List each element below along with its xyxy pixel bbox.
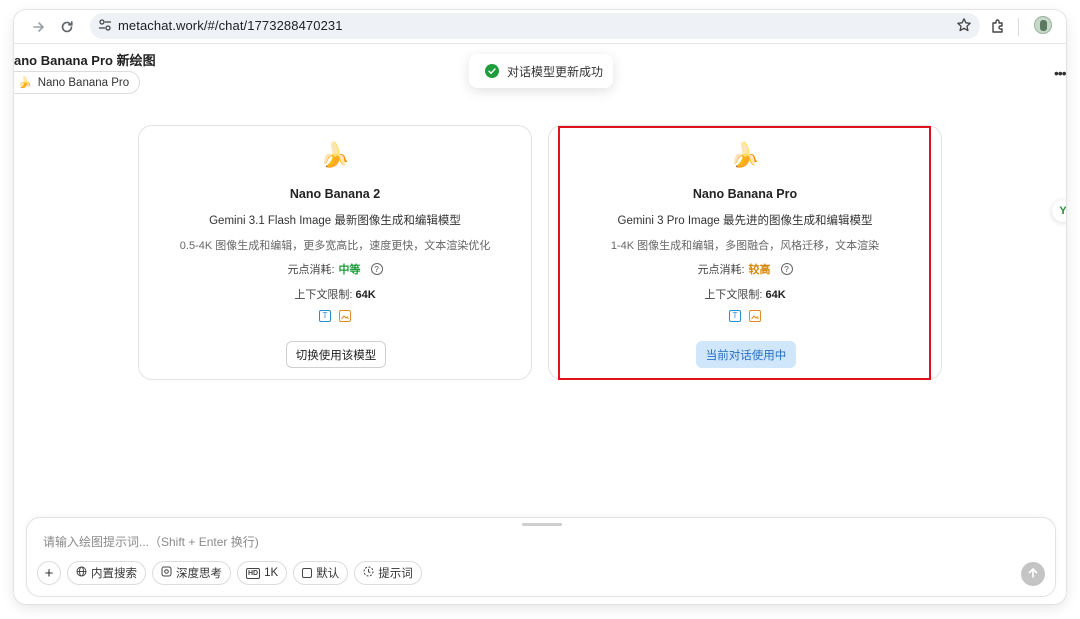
arrow-up-icon	[1027, 567, 1039, 582]
composer-toolbar: + 内置搜索 深度思考 HD 1K 默认 提示词	[37, 561, 422, 585]
model-name: Nano Banana Pro	[692, 187, 798, 201]
profile-avatar[interactable]	[1034, 16, 1052, 34]
deep-think-label: 深度思考	[176, 568, 222, 580]
current-model-button[interactable]: 当前对话使用中	[696, 341, 796, 368]
forward-icon[interactable]	[30, 18, 48, 36]
square-icon	[302, 568, 313, 578]
model-name: Nano Banana 2	[289, 187, 381, 201]
switch-model-button[interactable]: 切换使用该模型	[286, 341, 386, 368]
capability-icons: T	[139, 310, 531, 322]
cost-value: 较高	[748, 264, 771, 276]
aspect-ratio-value: 默认	[316, 568, 340, 580]
toast-message: 对话模型更新成功	[507, 64, 604, 79]
model-card-nano-banana-pro: 🍌 Nano Banana Pro Gemini 3 Pro Image 最先进…	[548, 125, 942, 380]
model-features: 0.5-4K 图像生成和编辑，更多宽高比，速度更快，文本渲染优化	[179, 240, 491, 252]
plus-icon: +	[44, 564, 54, 582]
cost-label: 元点消耗:	[287, 264, 335, 276]
help-icon[interactable]: ?	[780, 263, 793, 275]
context-label: 上下文限制:	[704, 289, 763, 301]
model-context: 上下文限制: 64K	[549, 286, 941, 302]
add-attachment-button[interactable]: +	[37, 561, 61, 585]
model-cost: 元点消耗: 较高 ?	[549, 261, 941, 277]
text-capability-icon: T	[729, 310, 741, 322]
capability-icons: T	[549, 310, 941, 322]
reload-icon[interactable]	[58, 18, 76, 36]
more-options-icon[interactable]: •••	[1054, 65, 1066, 81]
extensions-icon[interactable]	[990, 17, 1008, 40]
toolbar-divider	[1018, 18, 1019, 36]
browser-toolbar: metachat.work/#/chat/1773288470231	[14, 10, 1066, 44]
builtin-search-label: 内置搜索	[91, 568, 137, 580]
resolution-selector[interactable]: HD 1K	[237, 561, 288, 585]
banana-icon: 🍌	[320, 142, 350, 169]
page-title: ano Banana Pro 新绘图	[14, 53, 156, 68]
model-features: 1-4K 图像生成和编辑，多图融合，风格迁移，文本渲染	[610, 240, 880, 252]
brain-icon	[161, 566, 172, 580]
resolution-value: 1K	[264, 567, 279, 579]
address-url: metachat.work/#/chat/1773288470231	[118, 18, 343, 33]
banana-icon: 🍌	[730, 142, 760, 169]
deep-think-toggle[interactable]: 深度思考	[152, 561, 231, 585]
bookmark-star-icon[interactable]	[956, 17, 972, 38]
context-value: 64K	[355, 289, 376, 301]
check-circle-icon	[485, 64, 499, 78]
aspect-ratio-selector[interactable]: 默认	[293, 561, 349, 585]
success-toast: 对话模型更新成功	[469, 54, 613, 88]
model-card-nano-banana-2: 🍌 Nano Banana 2 Gemini 3.1 Flash Image 最…	[138, 125, 532, 380]
send-button[interactable]	[1021, 562, 1045, 586]
address-bar[interactable]: metachat.work/#/chat/1773288470231	[90, 13, 980, 39]
prompt-library-label: 提示词	[378, 568, 413, 580]
help-icon[interactable]: ?	[370, 263, 383, 275]
cost-value: 中等	[338, 264, 361, 276]
image-capability-icon	[339, 310, 351, 322]
model-description: Gemini 3.1 Flash Image 最新图像生成和编辑模型	[209, 215, 461, 227]
cost-label: 元点消耗:	[697, 264, 745, 276]
side-assistant-icon[interactable]: Y	[1052, 200, 1066, 222]
prompt-input[interactable]	[43, 532, 943, 552]
globe-icon	[76, 566, 87, 580]
model-description: Gemini 3 Pro Image 最先进的图像生成和编辑模型	[617, 215, 873, 227]
dashed-circle-icon	[363, 566, 374, 580]
model-chip-label: Nano Banana Pro	[37, 76, 130, 89]
hd-icon: HD	[246, 567, 261, 579]
model-context: 上下文限制: 64K	[139, 286, 531, 302]
browser-window: metachat.work/#/chat/1773288470231 ano B…	[14, 10, 1066, 604]
builtin-search-toggle[interactable]: 内置搜索	[67, 561, 146, 585]
context-label: 上下文限制:	[294, 289, 353, 301]
drag-handle[interactable]	[522, 523, 562, 526]
site-settings-icon[interactable]	[98, 18, 112, 37]
model-chip[interactable]: 🍌 Nano Banana Pro	[14, 71, 141, 94]
context-value: 64K	[765, 289, 786, 301]
text-capability-icon: T	[319, 310, 331, 322]
banana-icon: 🍌	[18, 77, 32, 89]
image-capability-icon	[749, 310, 761, 322]
prompt-library-button[interactable]: 提示词	[354, 561, 422, 585]
prompt-composer: + 内置搜索 深度思考 HD 1K 默认	[26, 517, 1056, 597]
model-cost: 元点消耗: 中等 ?	[139, 261, 531, 277]
